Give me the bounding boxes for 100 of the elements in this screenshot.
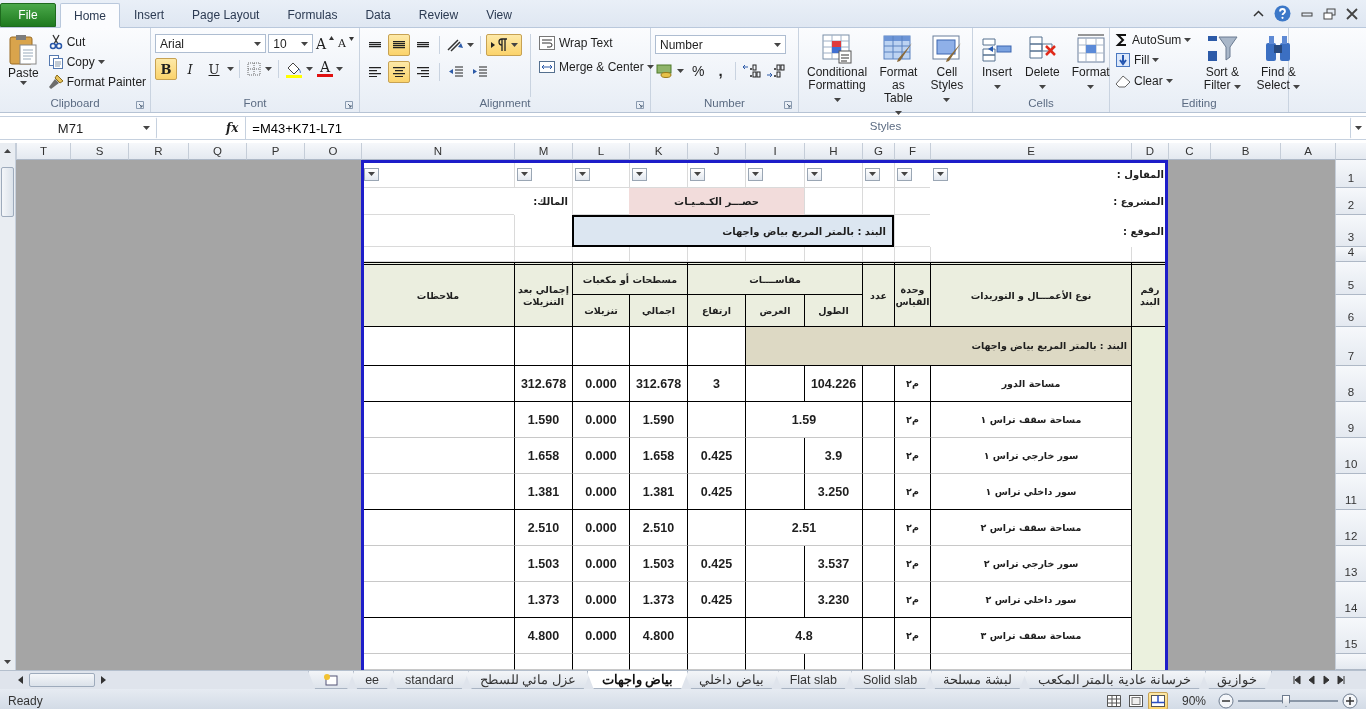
row-header[interactable]: 13 — [1335, 546, 1366, 582]
row-header[interactable]: 15 — [1335, 618, 1366, 654]
sheet-tab[interactable]: Flat slab — [774, 671, 852, 689]
row-header[interactable]: 10 — [1335, 438, 1366, 474]
column-header[interactable]: H — [804, 143, 862, 160]
row-header[interactable]: 12 — [1335, 510, 1366, 546]
column-header[interactable]: T — [16, 143, 70, 160]
close-icon[interactable] — [1346, 7, 1358, 20]
name-box[interactable]: M71 — [0, 117, 157, 139]
row-header[interactable]: 7 — [1335, 327, 1366, 366]
format-button[interactable]: Format — [1067, 31, 1114, 97]
help-icon[interactable] — [1274, 5, 1291, 22]
collapse-ribbon-icon[interactable] — [1253, 10, 1264, 17]
grow-font-button[interactable]: A — [314, 34, 336, 53]
sort-button[interactable]: Sort & Filter — [1196, 31, 1249, 94]
row-header[interactable]: 14 — [1335, 582, 1366, 618]
dialog-launcher-icon[interactable] — [636, 101, 644, 109]
sheet-tab[interactable]: لبشة مسلحة — [928, 671, 1027, 689]
column-header[interactable]: M — [514, 143, 572, 160]
font-color-button[interactable]: A — [316, 60, 334, 78]
column-header[interactable]: P — [246, 143, 304, 160]
sheet-tab[interactable]: بياض واجهات — [586, 671, 689, 689]
cut-button[interactable]: Cut — [46, 33, 148, 51]
insert-function-button[interactable]: fx — [219, 120, 246, 136]
sheet-tab[interactable]: خوازيق — [1202, 671, 1272, 689]
view-button[interactable] — [1147, 692, 1168, 709]
zoom-in-icon[interactable] — [1342, 693, 1358, 709]
column-header[interactable]: F — [894, 143, 930, 160]
column-header[interactable]: R — [128, 143, 188, 160]
underline-button[interactable]: U — [203, 58, 225, 80]
column-header[interactable]: I — [745, 143, 804, 160]
vertical-align-button[interactable] — [388, 34, 410, 56]
scrollbar-thumb[interactable] — [1, 167, 14, 217]
row-header[interactable]: 11 — [1335, 474, 1366, 510]
ribbon-tab[interactable]: Page Layout — [178, 3, 274, 27]
column-header[interactable]: G — [862, 143, 894, 160]
dialog-launcher-icon[interactable] — [345, 101, 353, 109]
comma-button[interactable]: , — [711, 61, 730, 80]
row-header[interactable]: 6 — [1335, 295, 1366, 327]
shrink-font-button[interactable]: A — [337, 36, 355, 51]
sheet-navigation-icon[interactable] — [1337, 675, 1346, 685]
row-header[interactable]: 9 — [1335, 402, 1366, 438]
column-header[interactable]: D — [1131, 143, 1168, 160]
sum-button[interactable]: AutoSum — [1114, 32, 1193, 48]
ribbon-tab[interactable]: Data — [351, 3, 405, 27]
ribbon-tab[interactable]: Formulas — [273, 3, 352, 27]
column-header[interactable]: L — [572, 143, 629, 160]
zoom-slider-thumb[interactable] — [1282, 695, 1290, 707]
font-name-dropdown[interactable]: Arial — [155, 34, 267, 53]
column-header[interactable]: K — [629, 143, 687, 160]
horizontal-align-button[interactable] — [388, 61, 410, 83]
zoom-level[interactable]: 90% — [1181, 694, 1206, 708]
column-header[interactable]: N — [361, 143, 514, 160]
dialog-launcher-icon[interactable] — [784, 101, 792, 109]
row-header[interactable]: 2 — [1335, 188, 1366, 215]
column-header[interactable]: B — [1210, 143, 1280, 160]
row-header[interactable]: 5 — [1335, 262, 1366, 295]
ribbon-tab[interactable]: Review — [404, 3, 473, 27]
vertical-scrollbar[interactable] — [0, 143, 16, 670]
column-header[interactable]: C — [1168, 143, 1210, 160]
row-header[interactable]: 1 — [1335, 160, 1366, 188]
merge-center-button[interactable]: Merge & Center — [537, 58, 655, 76]
clear-button[interactable]: Clear — [1114, 72, 1193, 90]
orientation-button[interactable] — [445, 36, 475, 54]
sheet-tab[interactable]: خرسانة عادية بالمتر المكعب — [1022, 671, 1206, 689]
sheet-tab[interactable]: standard — [390, 671, 469, 689]
sheet-tab[interactable]: بياض داخلي — [684, 671, 779, 689]
insert-button[interactable]: Insert — [977, 31, 1017, 97]
dialog-launcher-icon[interactable] — [136, 101, 144, 109]
column-header[interactable]: E — [930, 143, 1131, 160]
number-format-dropdown[interactable]: Number — [655, 35, 786, 54]
sheet-tab[interactable]: ee — [350, 671, 395, 689]
bold-button[interactable]: B — [155, 58, 177, 80]
scrollbar-thumb[interactable] — [29, 673, 95, 687]
column-header[interactable]: J — [687, 143, 745, 160]
row-header[interactable]: 4 — [1335, 247, 1366, 262]
italic-button[interactable]: I — [179, 58, 201, 80]
wrap-text-button[interactable]: Wrap Text — [537, 34, 655, 52]
column-header[interactable]: O — [304, 143, 361, 160]
format-painter-button[interactable]: Format Painter — [46, 73, 148, 91]
increase-decimal-button[interactable] — [740, 61, 763, 80]
currency-button[interactable] — [655, 61, 685, 80]
paste-button[interactable]: Paste — [4, 31, 43, 97]
fill-button[interactable]: Fill — [1114, 51, 1193, 69]
ribbon-tab[interactable]: Insert — [120, 3, 179, 27]
column-header[interactable]: Q — [188, 143, 246, 160]
row-header[interactable]: 3 — [1335, 215, 1366, 247]
font-size-dropdown[interactable]: 10 — [268, 34, 313, 53]
find-button[interactable]: Find & Select — [1252, 31, 1305, 94]
zoom-out-icon[interactable] — [1218, 693, 1234, 709]
ribbon-tab[interactable]: View — [472, 3, 526, 27]
sheet-navigation-icon[interactable] — [1292, 675, 1301, 685]
borders-button[interactable] — [245, 60, 273, 78]
delete-button[interactable]: Delete — [1021, 31, 1064, 97]
column-header[interactable]: S — [70, 143, 128, 160]
row-header[interactable]: 8 — [1335, 366, 1366, 402]
percent-button[interactable]: % — [687, 61, 710, 80]
column-header[interactable]: A — [1280, 143, 1335, 160]
restore-icon[interactable] — [1323, 7, 1336, 20]
insert-sheet-button[interactable] — [308, 671, 355, 689]
